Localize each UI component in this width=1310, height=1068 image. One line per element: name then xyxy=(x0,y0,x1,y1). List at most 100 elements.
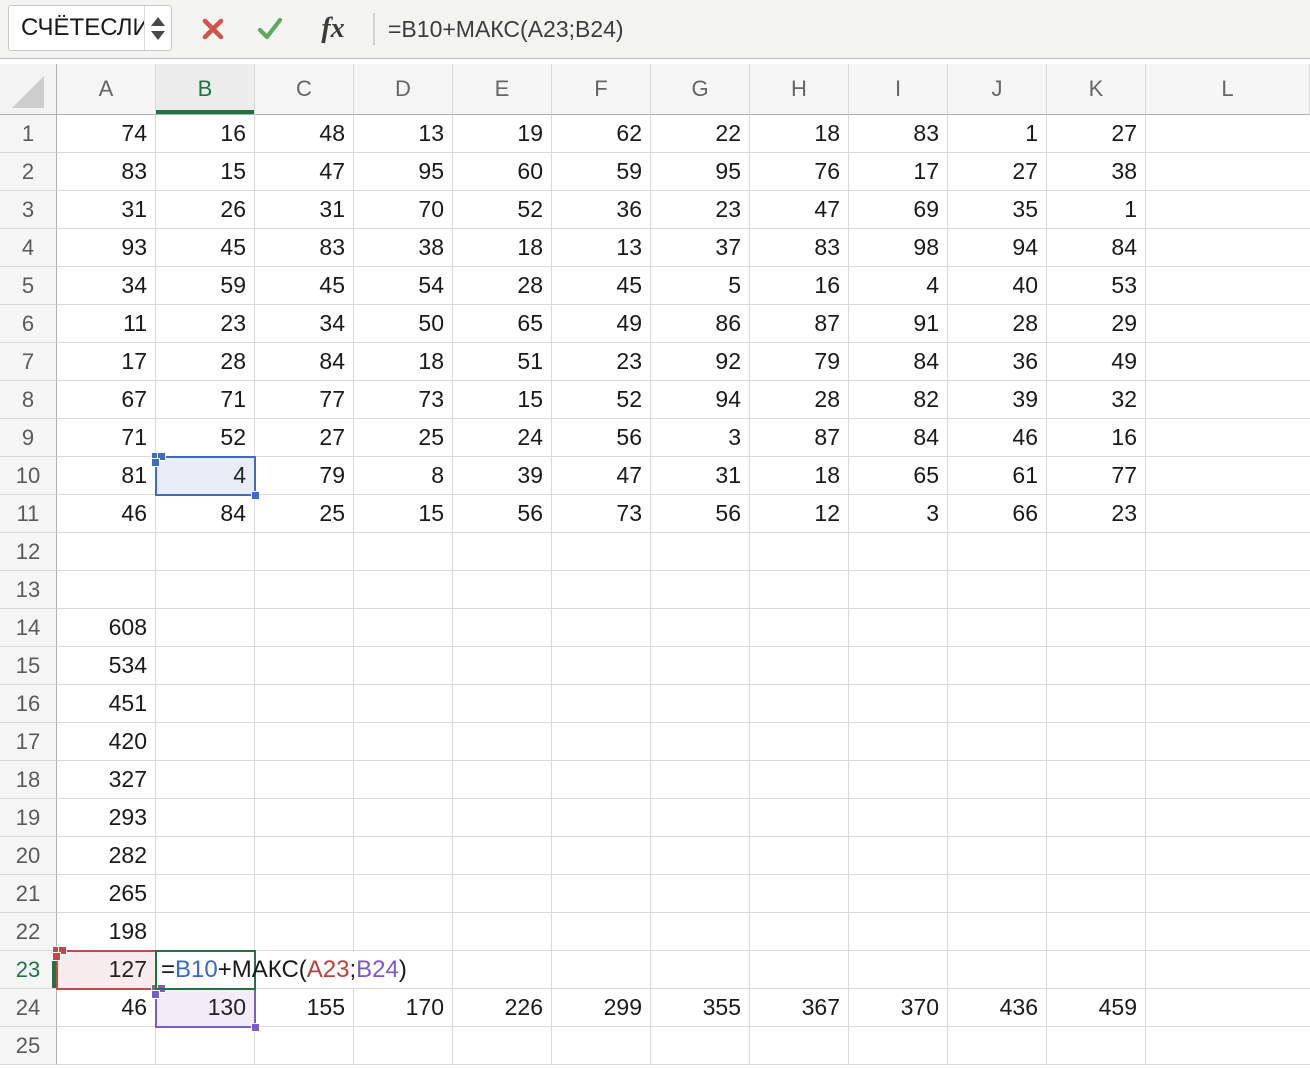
cell-K6[interactable]: 29 xyxy=(1047,305,1146,343)
cell-G2[interactable]: 95 xyxy=(651,153,750,191)
cell-J4[interactable]: 94 xyxy=(948,229,1047,267)
cell-G25[interactable] xyxy=(651,1027,750,1065)
row-header-6[interactable]: 6 xyxy=(0,305,57,343)
cell-F8[interactable]: 52 xyxy=(552,381,651,419)
cell-E14[interactable] xyxy=(453,609,552,647)
cell-B12[interactable] xyxy=(156,533,255,571)
cell-A15[interactable]: 534 xyxy=(57,647,156,685)
cell-L5[interactable] xyxy=(1146,267,1310,305)
cell-D1[interactable]: 13 xyxy=(354,115,453,153)
cell-H7[interactable]: 79 xyxy=(750,343,849,381)
cell-H1[interactable]: 18 xyxy=(750,115,849,153)
cell-J17[interactable] xyxy=(948,723,1047,761)
cell-C20[interactable] xyxy=(255,837,354,875)
cell-J23[interactable] xyxy=(948,951,1047,989)
cell-D14[interactable] xyxy=(354,609,453,647)
confirm-button[interactable] xyxy=(253,13,287,45)
column-header-e[interactable]: E xyxy=(453,64,552,115)
cell-I18[interactable] xyxy=(849,761,948,799)
cell-G17[interactable] xyxy=(651,723,750,761)
cell-L19[interactable] xyxy=(1146,799,1310,837)
cell-F5[interactable]: 45 xyxy=(552,267,651,305)
cell-G13[interactable] xyxy=(651,571,750,609)
row-header-9[interactable]: 9 xyxy=(0,419,57,457)
cell-C25[interactable] xyxy=(255,1027,354,1065)
cell-K1[interactable]: 27 xyxy=(1047,115,1146,153)
cell-K3[interactable]: 1 xyxy=(1047,191,1146,229)
cell-A23[interactable]: 127 xyxy=(57,951,156,989)
cell-H25[interactable] xyxy=(750,1027,849,1065)
cell-A4[interactable]: 93 xyxy=(57,229,156,267)
cell-L25[interactable] xyxy=(1146,1027,1310,1065)
fill-handle[interactable] xyxy=(151,458,160,467)
cell-B17[interactable] xyxy=(156,723,255,761)
cell-A22[interactable]: 198 xyxy=(57,913,156,951)
cell-B22[interactable] xyxy=(156,913,255,951)
cell-I25[interactable] xyxy=(849,1027,948,1065)
cancel-button[interactable] xyxy=(196,13,230,45)
cell-C5[interactable]: 45 xyxy=(255,267,354,305)
cell-C7[interactable]: 84 xyxy=(255,343,354,381)
cell-H15[interactable] xyxy=(750,647,849,685)
cell-C6[interactable]: 34 xyxy=(255,305,354,343)
cell-G23[interactable] xyxy=(651,951,750,989)
cell-E17[interactable] xyxy=(453,723,552,761)
cell-E25[interactable] xyxy=(453,1027,552,1065)
cell-I13[interactable] xyxy=(849,571,948,609)
column-header-k[interactable]: K xyxy=(1047,64,1146,115)
fill-handle[interactable] xyxy=(52,952,61,961)
cell-C3[interactable]: 31 xyxy=(255,191,354,229)
fill-handle[interactable] xyxy=(251,1023,260,1032)
cell-D19[interactable] xyxy=(354,799,453,837)
fill-handle[interactable] xyxy=(251,491,260,500)
cell-A1[interactable]: 74 xyxy=(57,115,156,153)
cell-L3[interactable] xyxy=(1146,191,1310,229)
row-header-20[interactable]: 20 xyxy=(0,837,57,875)
cell-E10[interactable]: 39 xyxy=(453,457,552,495)
cell-F24[interactable]: 299 xyxy=(552,989,651,1027)
cell-L17[interactable] xyxy=(1146,723,1310,761)
cell-B2[interactable]: 15 xyxy=(156,153,255,191)
cell-D6[interactable]: 50 xyxy=(354,305,453,343)
cell-L24[interactable] xyxy=(1146,989,1310,1027)
cell-E4[interactable]: 18 xyxy=(453,229,552,267)
cell-F13[interactable] xyxy=(552,571,651,609)
cell-B19[interactable] xyxy=(156,799,255,837)
cell-F25[interactable] xyxy=(552,1027,651,1065)
cell-F9[interactable]: 56 xyxy=(552,419,651,457)
cell-A25[interactable] xyxy=(57,1027,156,1065)
cell-I22[interactable] xyxy=(849,913,948,951)
cell-G11[interactable]: 56 xyxy=(651,495,750,533)
row-header-4[interactable]: 4 xyxy=(0,229,57,267)
row-header-15[interactable]: 15 xyxy=(0,647,57,685)
cell-A10[interactable]: 81 xyxy=(57,457,156,495)
cell-L21[interactable] xyxy=(1146,875,1310,913)
cell-D10[interactable]: 8 xyxy=(354,457,453,495)
cell-H21[interactable] xyxy=(750,875,849,913)
cell-J16[interactable] xyxy=(948,685,1047,723)
cell-D12[interactable] xyxy=(354,533,453,571)
cell-H22[interactable] xyxy=(750,913,849,951)
cell-E22[interactable] xyxy=(453,913,552,951)
cell-E6[interactable]: 65 xyxy=(453,305,552,343)
cell-D2[interactable]: 95 xyxy=(354,153,453,191)
cell-J18[interactable] xyxy=(948,761,1047,799)
cell-K19[interactable] xyxy=(1047,799,1146,837)
cell-F11[interactable]: 73 xyxy=(552,495,651,533)
cell-F12[interactable] xyxy=(552,533,651,571)
cell-J10[interactable]: 61 xyxy=(948,457,1047,495)
cell-C1[interactable]: 48 xyxy=(255,115,354,153)
cell-L8[interactable] xyxy=(1146,381,1310,419)
cell-B7[interactable]: 28 xyxy=(156,343,255,381)
cell-B13[interactable] xyxy=(156,571,255,609)
cell-K5[interactable]: 53 xyxy=(1047,267,1146,305)
cell-A11[interactable]: 46 xyxy=(57,495,156,533)
cell-J12[interactable] xyxy=(948,533,1047,571)
cell-L22[interactable] xyxy=(1146,913,1310,951)
cell-F17[interactable] xyxy=(552,723,651,761)
cell-L9[interactable] xyxy=(1146,419,1310,457)
cell-H3[interactable]: 47 xyxy=(750,191,849,229)
cell-L6[interactable] xyxy=(1146,305,1310,343)
cell-G4[interactable]: 37 xyxy=(651,229,750,267)
cell-G16[interactable] xyxy=(651,685,750,723)
